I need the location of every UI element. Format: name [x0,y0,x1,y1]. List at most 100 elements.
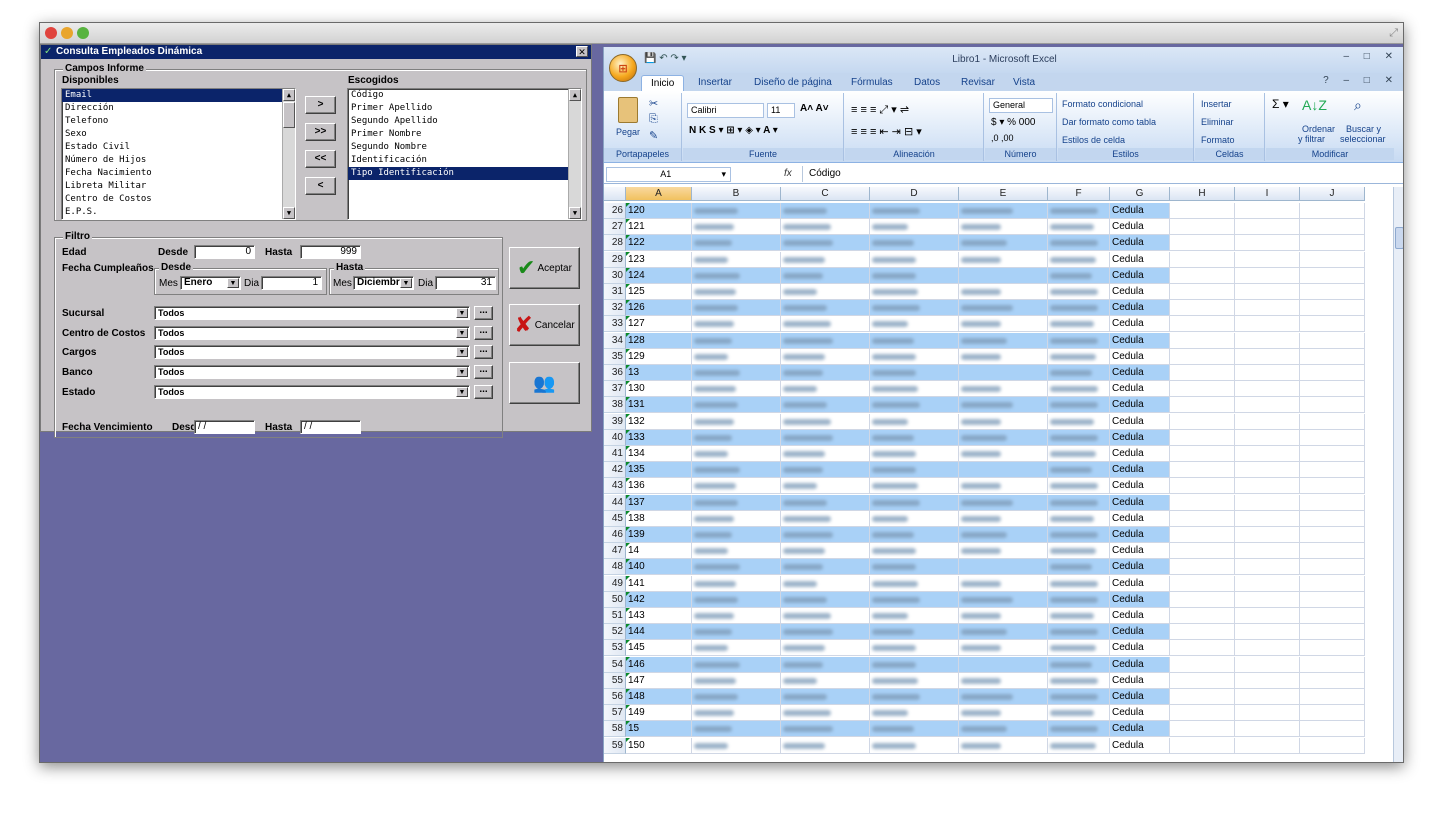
add-all-fields-button[interactable]: >> [305,123,336,141]
escogidos-list[interactable]: ▲ ▼ Código Primer Apellido Segundo Apellido… [347,88,582,220]
cell[interactable]: 13 [626,365,692,381]
cell[interactable]: 141 [626,575,692,592]
row-header[interactable]: 42 [604,462,626,479]
cell[interactable]: Cedula [1110,737,1170,754]
cell[interactable] [1048,543,1110,560]
cell[interactable]: Cedula [1110,640,1170,657]
list-item[interactable]: Primer Nombre [348,128,581,141]
cell[interactable] [1235,365,1300,381]
cell[interactable] [781,251,870,268]
scroll-thumb[interactable] [1395,227,1403,249]
row-header[interactable]: 34 [604,332,626,349]
cell[interactable] [959,462,1048,479]
cell[interactable] [870,365,959,381]
row-header[interactable]: 28 [604,235,626,252]
cell[interactable] [959,705,1048,722]
list-item[interactable]: Código [348,89,581,102]
cell[interactable] [959,608,1048,624]
close-dialog-button[interactable]: ✕ [576,46,588,57]
row-header[interactable]: 29 [604,251,626,268]
cell[interactable] [959,397,1048,414]
dropdown-arrow-icon[interactable]: ▼ [456,347,468,357]
cell[interactable] [1300,478,1365,495]
filter-select[interactable]: Todos ▼ [154,306,470,320]
cell[interactable] [781,397,870,414]
cell[interactable] [870,527,959,543]
row-header[interactable]: 52 [604,624,626,641]
list-item[interactable]: Segundo Apellido [348,115,581,128]
cell[interactable] [781,332,870,349]
row-header[interactable]: 51 [604,608,626,624]
cell[interactable] [781,656,870,673]
cell[interactable] [1048,527,1110,543]
pegar-label[interactable]: Pegar [616,127,640,137]
dia-desde-input[interactable]: 1 [261,276,322,290]
cell[interactable] [692,478,781,495]
cell[interactable] [1170,672,1235,689]
cell[interactable] [781,494,870,511]
cell[interactable] [870,429,959,446]
format-painter-icon[interactable]: ✎ [649,129,658,142]
cell[interactable]: Cedula [1110,608,1170,624]
filter-browse-button[interactable]: ... [474,306,493,320]
cell[interactable] [870,640,959,657]
row-header[interactable]: 41 [604,446,626,462]
cell[interactable] [1300,413,1365,430]
cell[interactable] [870,300,959,317]
cell[interactable] [870,494,959,511]
cell[interactable] [1048,591,1110,608]
cell[interactable]: Cedula [1110,348,1170,365]
cell[interactable] [692,559,781,576]
scroll-down-icon[interactable]: ▼ [283,207,295,219]
cell[interactable] [870,591,959,608]
cell[interactable] [1300,591,1365,608]
cell[interactable]: 144 [626,624,692,641]
cell[interactable] [692,705,781,722]
cell[interactable] [1048,203,1110,219]
cell[interactable] [959,365,1048,381]
office-button[interactable]: ⊞ [609,54,637,82]
dropdown-arrow-icon[interactable]: ▼ [400,278,412,288]
cell[interactable]: Cedula [1110,446,1170,462]
list-item[interactable]: Libreta Militar [62,180,295,193]
cell[interactable] [1170,689,1235,705]
cell[interactable] [781,429,870,446]
cell[interactable]: Cedula [1110,527,1170,543]
cell[interactable] [959,510,1048,527]
cell[interactable] [1235,721,1300,738]
cell[interactable] [1048,284,1110,300]
cell[interactable]: 149 [626,705,692,722]
cell[interactable] [870,705,959,722]
decimal-icons[interactable]: ,0 ,00 [991,133,1014,143]
cell[interactable]: 133 [626,429,692,446]
cell[interactable] [1300,235,1365,252]
sort-icon[interactable]: A↓Z [1302,97,1327,113]
cell[interactable] [959,543,1048,560]
cell[interactable] [870,656,959,673]
cell[interactable] [1235,478,1300,495]
cell[interactable] [959,721,1048,738]
zoom-window-icon[interactable] [77,27,89,39]
cell[interactable] [1235,559,1300,576]
cell[interactable] [692,365,781,381]
cell[interactable] [692,543,781,560]
buscar-label[interactable]: Buscar y [1346,124,1381,134]
cell[interactable] [1048,429,1110,446]
cell[interactable] [1300,494,1365,511]
cell[interactable] [1300,446,1365,462]
cell[interactable] [1170,203,1235,219]
cell[interactable] [870,397,959,414]
cell[interactable] [1048,332,1110,349]
cell[interactable] [781,624,870,641]
name-box[interactable]: A1 ▾ [606,167,731,182]
cell[interactable] [959,672,1048,689]
cell[interactable] [781,462,870,479]
list-item[interactable]: Centro de Costos [62,193,295,206]
cell[interactable] [959,203,1048,219]
cell[interactable] [1048,300,1110,317]
cell[interactable] [1048,251,1110,268]
cell[interactable] [1235,203,1300,219]
cell[interactable] [692,672,781,689]
cell[interactable]: 130 [626,381,692,398]
cell[interactable] [1235,397,1300,414]
